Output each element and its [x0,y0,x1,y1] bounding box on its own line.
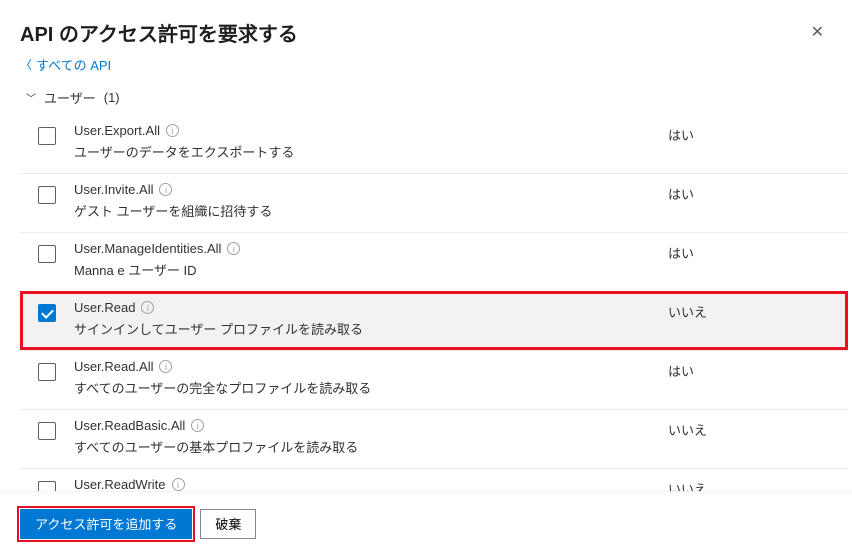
add-permission-button-highlight: アクセス許可を追加する [20,509,192,539]
permission-row: User.Read.All i すべてのユーザーの完全なプロファイルを読み取るはい [20,350,848,409]
permission-name: User.ReadWrite [74,477,166,491]
permission-checkbox[interactable] [38,127,56,145]
permissions-scroll-area: ﹀ ユーザー (1) User.Export.All i ユーザーのデータをエクスポ… [0,82,852,491]
permission-row: User.ReadWrite i いいえ [20,468,848,491]
admin-consent-value: はい [668,182,848,203]
permission-main: User.ReadWrite i [74,477,668,491]
admin-consent-value: いいえ [668,418,848,439]
checkbox-cell [20,300,74,322]
permission-row: User.ManageIdentities.All i Manna e ユーザー I… [20,232,848,291]
permission-name-row: User.Read i [74,300,668,315]
info-icon[interactable]: i [166,124,179,137]
permission-description: すべてのユーザーの完全なプロファイルを読み取る [74,378,668,397]
permission-row: User.Read i サインインしてユーザー プロファイルを読み取るいいえ [20,291,848,350]
info-icon[interactable]: i [141,301,154,314]
permission-main: User.Read i サインインしてユーザー プロファイルを読み取る [74,300,668,338]
admin-consent-value: はい [668,359,848,380]
info-icon[interactable]: i [159,360,172,373]
permission-description: ゲスト ユーザーを組織に招待する [74,201,668,220]
panel-header: API のアクセス許可を要求する ✕ [0,0,852,55]
permission-name-row: User.ReadBasic.All i [74,418,668,433]
back-link-all-apis[interactable]: 〈 すべての API [0,55,852,80]
permission-name-row: User.Invite.All i [74,182,668,197]
permission-checkbox[interactable] [38,245,56,263]
info-icon[interactable]: i [159,183,172,196]
permission-main: User.ManageIdentities.All i Manna e ユーザー I… [74,241,668,279]
permission-name: User.ManageIdentities.All [74,241,221,256]
checkbox-cell [20,182,74,204]
permission-description: Manna e ユーザー ID [74,260,668,279]
permission-main: User.Invite.All i ゲスト ユーザーを組織に招待する [74,182,668,220]
info-icon[interactable]: i [172,478,185,491]
checkbox-cell [20,123,74,145]
permission-checkbox[interactable] [38,304,56,322]
chevron-left-icon: 〈 [20,56,32,73]
admin-consent-value: はい [668,123,848,144]
permission-checkbox[interactable] [38,363,56,381]
permission-description: サインインしてユーザー プロファイルを読み取る [74,319,668,338]
group-label: ユーザー [44,88,96,107]
permission-checkbox[interactable] [38,186,56,204]
permission-name-row: User.Read.All i [74,359,668,374]
info-icon[interactable]: i [191,419,204,432]
add-permission-button[interactable]: アクセス許可を追加する [20,509,192,539]
info-icon[interactable]: i [227,242,240,255]
permission-description: ユーザーのデータをエクスポートする [74,142,668,161]
permission-main: User.Read.All i すべてのユーザーの完全なプロファイルを読み取る [74,359,668,397]
admin-consent-value: いいえ [668,300,848,321]
permission-checkbox[interactable] [38,481,56,491]
checkbox-cell [20,477,74,491]
permission-name: User.Read.All [74,359,153,374]
permission-group-toggle[interactable]: ﹀ ユーザー (1) [20,82,848,115]
permission-row: User.ReadBasic.All i すべてのユーザーの基本プロファイルを読み取… [20,409,848,468]
checkbox-cell [20,359,74,381]
permission-row: User.Invite.All i ゲスト ユーザーを組織に招待するはい [20,173,848,232]
admin-consent-value: いいえ [668,477,848,491]
permissions-list: User.Export.AlliユーザーのデータをエクスポートするはいUser.… [20,115,848,491]
permission-name: User.Read [74,300,135,315]
discard-button[interactable]: 破棄 [200,509,256,539]
checkbox-cell [20,418,74,440]
permission-name: User.ReadBasic.All [74,418,185,433]
checkbox-cell [20,241,74,263]
permission-description: すべてのユーザーの基本プロファイルを読み取る [74,437,668,456]
panel-footer: アクセス許可を追加する 破棄 [0,491,852,555]
permission-main: User.Export.All i ユーザーのデータをエクスポートする [74,123,668,161]
admin-consent-value: はい [668,241,848,262]
chevron-down-icon: ﹀ [26,90,36,105]
group-count: (1) [104,90,120,105]
panel-title: API のアクセス許可を要求する [20,18,298,47]
close-icon[interactable]: ✕ [803,18,832,46]
permission-name: User.Export.All [74,123,160,138]
permission-checkbox[interactable] [38,422,56,440]
back-link-label: すべての API [36,55,111,74]
permission-name: User.Invite.All [74,182,153,197]
permission-name-row: User.ManageIdentities.All i [74,241,668,256]
permission-name-row: User.Export.All i [74,123,668,138]
permission-name-row: User.ReadWrite i [74,477,668,491]
permission-row: User.Export.All i ユーザーのデータをエクスポートするはい [20,115,848,173]
permission-main: User.ReadBasic.All i すべてのユーザーの基本プロファイルを読み取… [74,418,668,456]
